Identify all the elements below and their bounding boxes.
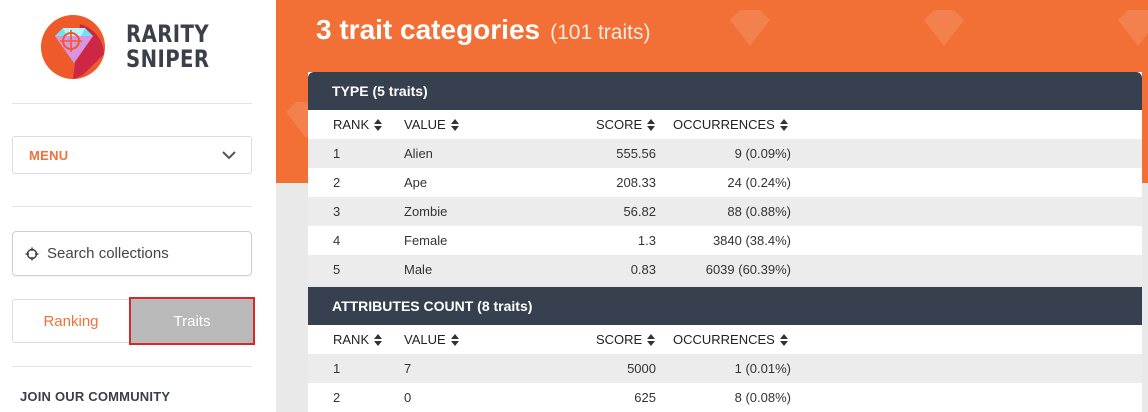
column-label: RANK (333, 117, 370, 132)
cell-rank: 5 (333, 262, 341, 277)
page-subtitle: (101 traits) (550, 21, 651, 44)
column-label: OCCURRENCES (673, 332, 775, 347)
cell-score: 625 (634, 390, 656, 405)
cell-score: 56.82 (623, 204, 656, 219)
tab-traits[interactable]: Traits (129, 297, 255, 345)
cell-value: Ape (404, 175, 428, 190)
cell-occurrences: 6039 (60.39%) (705, 262, 791, 277)
cell-score: 0.83 (630, 262, 656, 277)
cell-value: Zombie (404, 204, 448, 219)
chevron-down-icon (222, 151, 236, 160)
column-header-score[interactable]: SCORE (596, 325, 658, 354)
cell-rank: 1 (333, 146, 341, 161)
column-header-occurrences[interactable]: OCCURRENCES (673, 110, 791, 139)
cell-occurrences: 24 (0.24%) (727, 175, 791, 190)
menu-label: MENU (29, 147, 69, 163)
table-row[interactable]: 4 Female 1.3 3840 (38.4%) (308, 226, 1142, 255)
column-label: SCORE (596, 117, 643, 132)
table-row[interactable]: 3 Zombie 56.82 88 (0.88%) (308, 197, 1142, 226)
sort-icon (779, 333, 788, 346)
sidebar: RARITY SNIPER MENU Search collections Ra… (0, 0, 276, 412)
cell-occurrences: 9 (0.09%) (734, 146, 791, 161)
column-header-occurrences[interactable]: OCCURRENCES (673, 325, 791, 354)
cell-score: 555.56 (616, 146, 656, 161)
cell-value: Male (404, 262, 433, 277)
table-header: RANK VALUE SCORE OCCURRENCES (308, 325, 1142, 354)
sort-icon (647, 118, 656, 131)
crosshair-icon (25, 247, 39, 260)
search-collections-input[interactable]: Search collections (12, 231, 252, 276)
column-label: SCORE (596, 332, 643, 347)
divider (12, 366, 252, 367)
trait-category-panel: ATTRIBUTES COUNT (8 traits) RANK VALUE S… (308, 287, 1142, 412)
diamond-pattern-icon (730, 10, 770, 46)
panel-title: TYPE (5 traits) (308, 72, 1142, 110)
column-header-rank[interactable]: RANK (333, 110, 383, 139)
cell-value: 7 (404, 361, 412, 376)
page-title: 3 trait categories (101 traits) (316, 14, 650, 46)
table-row[interactable]: 5 Male 0.83 6039 (60.39%) (308, 255, 1142, 284)
table-header: RANK VALUE SCORE OCCURRENCES (308, 110, 1142, 139)
diamond-pattern-icon (1118, 10, 1148, 46)
brand-line-1: RARITY (126, 20, 209, 48)
cell-occurrences: 8 (0.08%) (734, 390, 791, 405)
brand-line-2: SNIPER (126, 45, 210, 73)
cell-value: 0 (404, 390, 412, 405)
column-label: VALUE (404, 332, 446, 347)
divider (12, 103, 252, 104)
sort-icon (450, 118, 459, 131)
trait-category-panel: TYPE (5 traits) RANK VALUE SCORE OCCURRE… (308, 72, 1142, 284)
cell-value: Alien (404, 146, 433, 161)
cell-rank: 2 (333, 175, 341, 190)
cell-rank: 3 (333, 204, 341, 219)
sort-icon (647, 333, 656, 346)
table-row[interactable]: 1 Alien 555.56 9 (0.09%) (308, 139, 1142, 168)
table-row[interactable]: 1 7 5000 1 (0.01%) (308, 354, 1142, 383)
column-header-value[interactable]: VALUE (404, 325, 459, 354)
sort-icon (374, 118, 383, 131)
cell-occurrences: 3840 (38.4%) (712, 233, 791, 248)
page-title-text: 3 trait categories (316, 14, 541, 45)
column-label: RANK (333, 332, 370, 347)
divider (12, 206, 252, 207)
sort-icon (779, 118, 788, 131)
column-label: OCCURRENCES (673, 117, 775, 132)
cell-occurrences: 1 (0.01%) (734, 361, 791, 376)
diamond-pattern-icon (924, 10, 964, 46)
tab-ranking[interactable]: Ranking (12, 299, 130, 343)
community-heading: JOIN OUR COMMUNITY (20, 389, 171, 404)
table-row[interactable]: 2 Ape 208.33 24 (0.24%) (308, 168, 1142, 197)
column-header-value[interactable]: VALUE (404, 110, 459, 139)
cell-value: Female (404, 233, 448, 248)
column-label: VALUE (404, 117, 446, 132)
table-row[interactable]: 2 0 625 8 (0.08%) (308, 383, 1142, 412)
rarity-sniper-logo[interactable] (40, 14, 108, 80)
cell-rank: 1 (333, 361, 341, 376)
panel-title: ATTRIBUTES COUNT (8 traits) (308, 287, 1142, 325)
cell-rank: 2 (333, 390, 341, 405)
cell-score: 5000 (627, 361, 656, 376)
cell-rank: 4 (333, 233, 341, 248)
column-header-rank[interactable]: RANK (333, 325, 383, 354)
sort-icon (450, 333, 459, 346)
sort-icon (374, 333, 383, 346)
menu-dropdown[interactable]: MENU (12, 136, 252, 174)
search-placeholder: Search collections (47, 245, 169, 262)
cell-score: 1.3 (637, 233, 656, 248)
brand-name[interactable]: RARITY SNIPER (126, 22, 209, 72)
cell-score: 208.33 (616, 175, 656, 190)
cell-occurrences: 88 (0.88%) (727, 204, 791, 219)
column-header-score[interactable]: SCORE (596, 110, 658, 139)
